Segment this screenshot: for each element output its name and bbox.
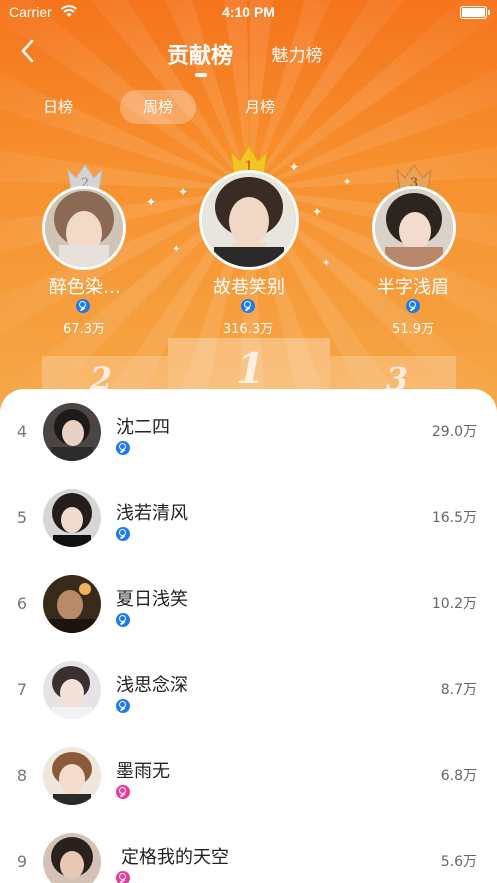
- sparkle-icon: ✦: [289, 160, 300, 174]
- user-score: 8.7万: [440, 682, 477, 698]
- user-name: 夏日浅笑: [116, 589, 188, 610]
- fan-badge-icon: [406, 299, 420, 313]
- list-item[interactable]: 4 沈二四 29.0万: [0, 403, 497, 489]
- leaderboard-header: Carrier 4:10 PM 贡献榜 魅力榜 日榜 周榜 月榜 ✦ ✦ ✦ ✦…: [0, 0, 497, 420]
- rank-number: 5: [16, 508, 28, 527]
- battery-icon: [460, 6, 490, 19]
- fan-badge-icon: [241, 299, 255, 313]
- top-user-score-2: 67.3万: [63, 322, 105, 337]
- avatar-photo: [43, 661, 101, 719]
- avatar-photo: [43, 747, 101, 805]
- top-user-name-2[interactable]: 醉色染…: [30, 273, 140, 299]
- podium-number-first: 1: [236, 344, 266, 393]
- user-name: 沈二四: [116, 417, 170, 438]
- list-item[interactable]: 8 墨雨无 6.8万: [0, 747, 497, 833]
- ranking-list: 4 沈二四 29.0万 5 浅若清风 16.5万 6 夏日浅笑 10.2万 7 …: [0, 389, 497, 883]
- sparkle-icon: ✦: [172, 244, 181, 255]
- list-item[interactable]: 5 浅若清风 16.5万: [0, 489, 497, 575]
- avatar-photo: [43, 489, 101, 547]
- rank-number: 7: [16, 680, 28, 699]
- avatar-photo: [45, 189, 123, 267]
- top-user-name-1[interactable]: 故巷笑别: [194, 273, 304, 299]
- list-item[interactable]: 7 浅思念深 8.7万: [0, 661, 497, 747]
- rank-number: 9: [16, 852, 28, 871]
- fan-badge-icon: [116, 527, 130, 541]
- list-item[interactable]: 6 夏日浅笑 10.2万: [0, 575, 497, 661]
- fan-badge-icon: [116, 785, 130, 799]
- user-score: 16.5万: [431, 510, 477, 526]
- user-score: 10.2万: [431, 596, 477, 612]
- sparkle-icon: ✦: [178, 185, 189, 199]
- avatar-photo: [202, 173, 296, 267]
- avatar[interactable]: [43, 747, 101, 805]
- avatar[interactable]: [43, 833, 101, 883]
- sparkle-icon: ✦: [343, 177, 352, 188]
- clock: 4:10 PM: [222, 4, 275, 20]
- user-name: 定格我的天空: [121, 847, 229, 868]
- sparkle-icon: ✦: [322, 258, 331, 269]
- sparkle-icon: ✦: [146, 195, 157, 209]
- back-arrow-icon[interactable]: [14, 36, 42, 66]
- avatar[interactable]: [43, 575, 101, 633]
- avatar[interactable]: [43, 403, 101, 461]
- user-score: 5.6万: [440, 854, 477, 870]
- fan-badge-icon: [116, 871, 130, 883]
- user-score: 6.8万: [440, 768, 477, 784]
- avatar-rank-2[interactable]: [42, 186, 126, 270]
- top-user-score-3: 51.9万: [392, 322, 434, 337]
- avatar[interactable]: [43, 661, 101, 719]
- fan-badge-icon: [76, 299, 90, 313]
- avatar-photo: [43, 575, 101, 633]
- avatar-photo: [43, 833, 101, 883]
- period-tab-day[interactable]: 日榜: [28, 90, 88, 124]
- user-score: 29.0万: [431, 424, 477, 440]
- top-user-name-3[interactable]: 半字浅眉: [358, 273, 468, 299]
- sparkle-icon: ✦: [312, 205, 323, 219]
- avatar-photo: [375, 189, 453, 267]
- tab-contribution[interactable]: 贡献榜: [150, 38, 250, 70]
- avatar-rank-1[interactable]: [199, 170, 299, 270]
- period-tab-month[interactable]: 月榜: [230, 90, 290, 124]
- tab-indicator: [195, 73, 207, 77]
- rank-number: 8: [16, 766, 28, 785]
- fan-badge-icon: [116, 699, 130, 713]
- rank-number: 4: [16, 422, 28, 441]
- period-tab-week[interactable]: 周榜: [120, 90, 196, 124]
- rank-number: 6: [16, 594, 28, 613]
- avatar-photo: [43, 403, 101, 461]
- fan-badge-icon: [116, 441, 130, 455]
- top-user-score-1: 316.3万: [222, 322, 274, 337]
- status-bar: Carrier 4:10 PM: [0, 0, 497, 26]
- avatar[interactable]: [43, 489, 101, 547]
- user-name: 浅思念深: [116, 675, 188, 696]
- fan-badge-icon: [116, 613, 130, 627]
- avatar-rank-3[interactable]: [372, 186, 456, 270]
- list-item[interactable]: 9 定格我的天空 5.6万: [0, 833, 497, 883]
- tab-charm[interactable]: 魅力榜: [262, 41, 332, 66]
- user-name: 浅若清风: [116, 503, 188, 524]
- user-name: 墨雨无: [116, 761, 170, 782]
